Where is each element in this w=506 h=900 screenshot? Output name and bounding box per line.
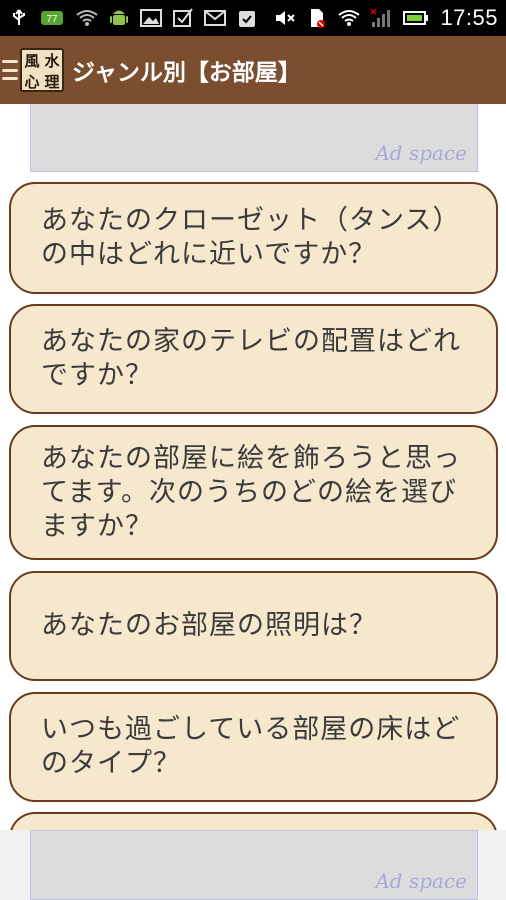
- app-bar: 風 水 心 理 ジャンル別【お部屋】: [0, 36, 506, 104]
- status-right: 17:55: [274, 5, 498, 31]
- page-title: ジャンル別【お部屋】: [72, 60, 301, 86]
- logo-char: 水: [44, 52, 60, 70]
- question-text: あなたのお部屋の照明は？: [41, 610, 377, 641]
- wifi-signal-icon: [338, 7, 361, 29]
- question-text: あなたのクローゼット（タンス）の中はどれに近いですか？: [41, 205, 461, 270]
- android-icon: [108, 7, 130, 29]
- mail-icon: [204, 7, 226, 29]
- question-card[interactable]: あなたの家のテレビの配置はどれですか？: [9, 304, 498, 414]
- ad-label: Ad space: [375, 141, 467, 165]
- app-logo[interactable]: 風 水 心 理: [20, 48, 64, 92]
- question-card[interactable]: あなたのクローゼット（タンス）の中はどれに近いですか？: [9, 182, 498, 294]
- status-bar: 77 17:55: [0, 0, 506, 36]
- question-text: あなたの部屋に絵を飾ろうと思ってます。次のうちのどの絵を選びますか？: [41, 442, 461, 542]
- battery-icon: [402, 7, 430, 29]
- image-icon: [140, 7, 162, 29]
- checkbox-icon: [172, 7, 194, 29]
- no-sim-icon: [306, 7, 328, 29]
- logo-char: 心: [24, 73, 40, 91]
- question-text: いつも過ごしている部屋の床はどのタイプ？: [41, 714, 461, 779]
- status-time: 17:55: [440, 5, 498, 30]
- battery-badge-icon: 77: [40, 7, 66, 29]
- logo-char: 理: [44, 73, 60, 91]
- ad-banner-top[interactable]: Ad space: [30, 104, 478, 172]
- question-card[interactable]: あなたのお部屋の照明は？: [9, 571, 498, 681]
- cell-signal-icon: [370, 7, 392, 29]
- question-card[interactable]: いつも過ごしている部屋の床はどのタイプ？: [9, 692, 498, 802]
- ad-label: Ad space: [375, 869, 467, 893]
- question-card[interactable]: あなたの部屋に絵を飾ろうと思ってます。次のうちのどの絵を選びますか？: [9, 425, 498, 560]
- status-left: 77: [8, 7, 258, 29]
- usb-icon: [8, 7, 30, 29]
- menu-icon[interactable]: [2, 60, 18, 80]
- svg-text:77: 77: [46, 14, 58, 25]
- logo-char: 風: [24, 52, 40, 70]
- clipboard-icon: [236, 7, 258, 29]
- question-text: あなたの家のテレビの配置はどれですか？: [41, 326, 461, 391]
- mute-icon: [274, 7, 296, 29]
- wifi-icon: [76, 7, 98, 29]
- ad-banner-bottom[interactable]: Ad space: [30, 830, 478, 900]
